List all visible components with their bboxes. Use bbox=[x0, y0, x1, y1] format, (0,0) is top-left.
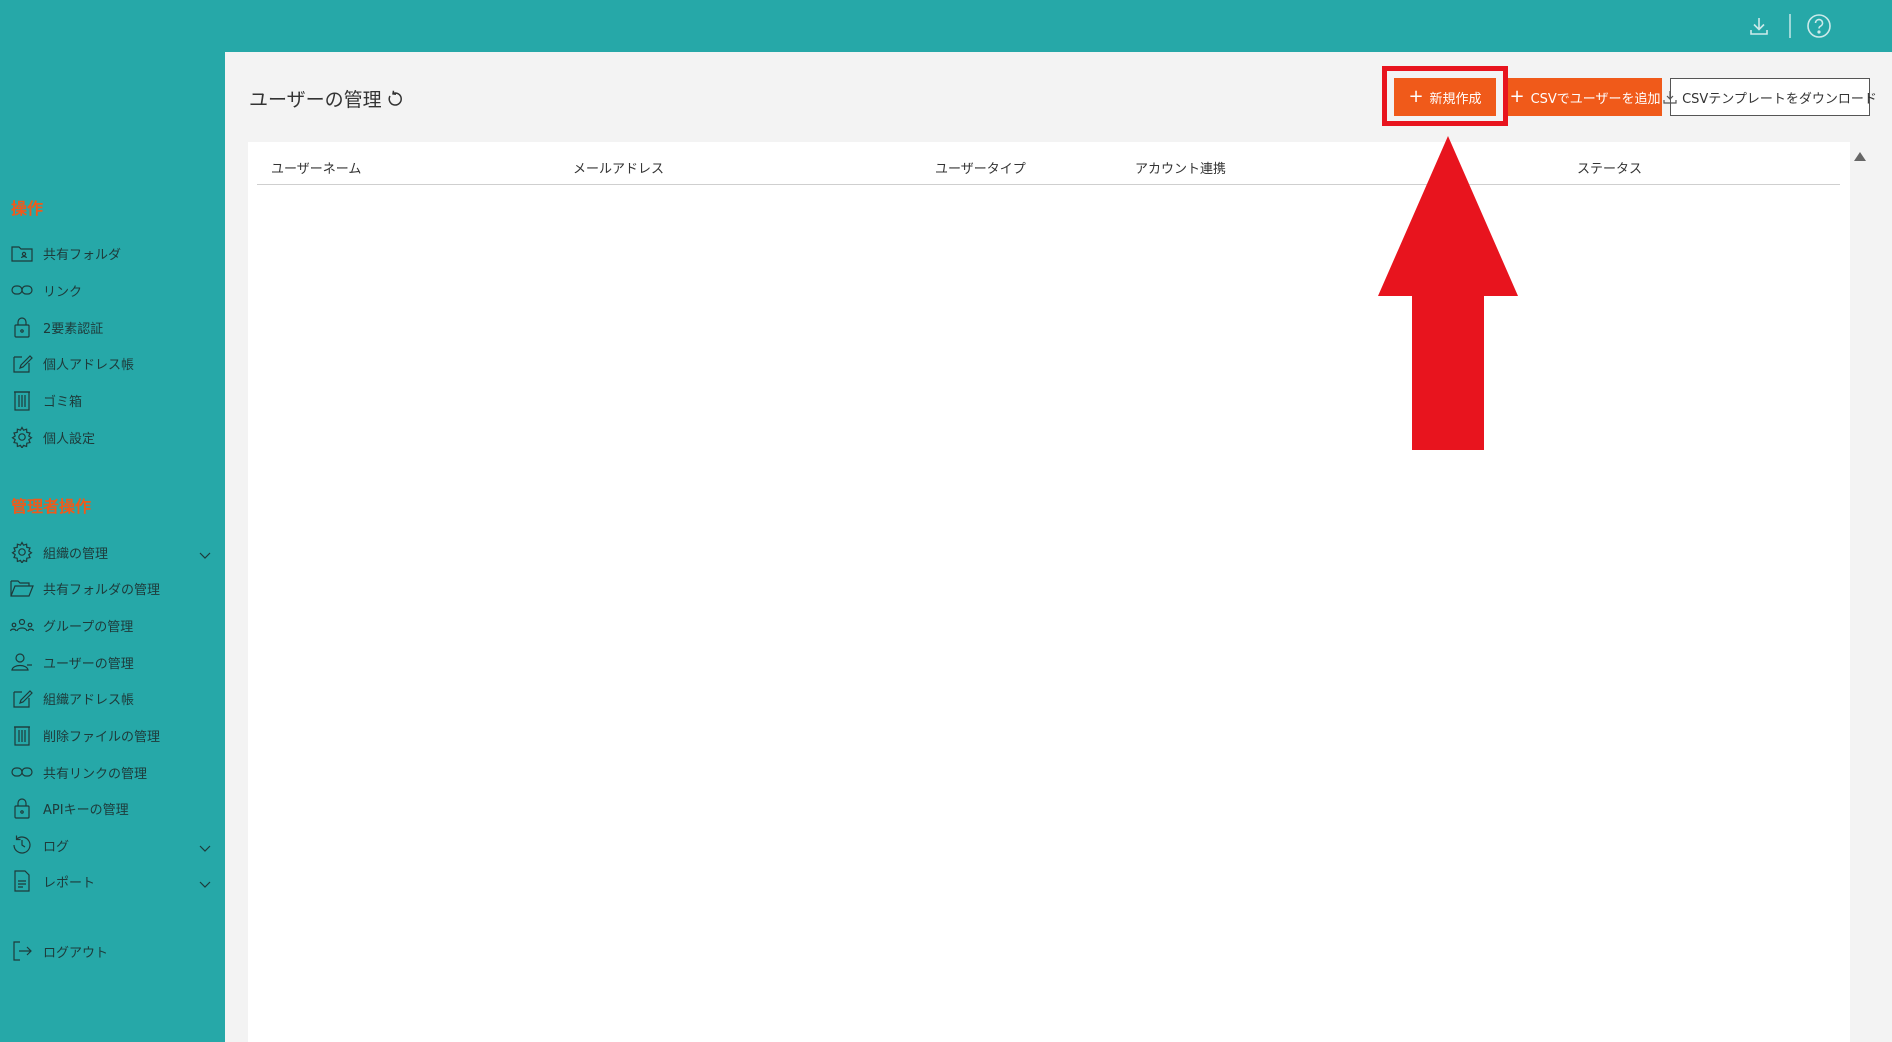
csv-add-users-button[interactable]: + CSVでユーザーを追加 bbox=[1508, 78, 1662, 116]
sidebar-item-label: ユーザーの管理 bbox=[43, 656, 134, 672]
chevron-down-icon[interactable] bbox=[198, 545, 212, 564]
sidebar-item-logout[interactable]: ログアウト bbox=[10, 936, 220, 966]
section-title-operations: 操作 bbox=[11, 199, 44, 218]
folder-open-icon bbox=[10, 576, 34, 600]
sidebar-item-personal-settings[interactable]: 個人設定 bbox=[10, 422, 220, 452]
lock-icon bbox=[10, 796, 34, 820]
scroll-up-arrow[interactable] bbox=[1854, 152, 1866, 161]
chevron-down-icon[interactable] bbox=[198, 838, 212, 857]
gear-icon bbox=[10, 425, 34, 449]
sidebar-item-label: 共有リンクの管理 bbox=[43, 766, 148, 782]
page-title: ユーザーの管理 bbox=[249, 85, 404, 112]
sidebar: 操作 共有フォルダ リンク 2要素認証 個人アドレス帳 ゴミ箱 個人設定 管理者… bbox=[0, 52, 225, 1042]
gear-icon bbox=[10, 540, 34, 564]
sidebar-item-user-management[interactable]: ユーザーの管理 bbox=[10, 647, 220, 677]
sidebar-item-api-key-management[interactable]: APIキーの管理 bbox=[10, 793, 220, 823]
plus-icon: + bbox=[1408, 86, 1424, 107]
sidebar-item-log[interactable]: ログ bbox=[10, 830, 220, 860]
column-header-email[interactable]: メールアドレス bbox=[573, 158, 664, 177]
logout-icon bbox=[10, 939, 34, 963]
sidebar-item-label: 2要素認証 bbox=[43, 321, 104, 337]
table-header-divider bbox=[257, 184, 1840, 185]
page-title-text: ユーザーの管理 bbox=[249, 89, 382, 111]
sidebar-item-report[interactable]: レポート bbox=[10, 866, 220, 896]
csv-template-download-button-label: CSVテンプレートをダウンロード bbox=[1682, 91, 1877, 107]
link-icon bbox=[10, 760, 34, 784]
sidebar-item-label: 共有フォルダの管理 bbox=[43, 582, 161, 598]
sidebar-item-shared-folder[interactable]: 共有フォルダ bbox=[10, 238, 220, 268]
help-circle-icon[interactable] bbox=[1805, 12, 1833, 40]
column-header-status[interactable]: ステータス bbox=[1577, 158, 1642, 177]
history-icon bbox=[10, 833, 34, 857]
chevron-down-icon[interactable] bbox=[198, 874, 212, 893]
download-icon[interactable] bbox=[1745, 12, 1773, 40]
sidebar-item-label: 個人アドレス帳 bbox=[43, 357, 135, 373]
section-title-admin: 管理者操作 bbox=[11, 497, 92, 516]
column-header-user-type[interactable]: ユーザータイプ bbox=[935, 158, 1026, 177]
sidebar-item-2fa[interactable]: 2要素認証 bbox=[10, 312, 220, 342]
new-user-button-label: 新規作成 bbox=[1429, 91, 1482, 107]
sidebar-item-label: APIキーの管理 bbox=[43, 802, 129, 818]
column-header-account-link[interactable]: アカウント連携 bbox=[1135, 158, 1226, 177]
sidebar-item-deleted-files-management[interactable]: 削除ファイルの管理 bbox=[10, 720, 220, 750]
top-bar bbox=[0, 0, 1892, 52]
csv-template-download-button[interactable]: CSVテンプレートをダウンロード bbox=[1663, 78, 1877, 116]
sidebar-item-label: 組織アドレス帳 bbox=[43, 692, 135, 708]
sidebar-item-label: 削除ファイルの管理 bbox=[43, 729, 161, 745]
sidebar-item-label: 個人設定 bbox=[43, 431, 96, 447]
sidebar-item-group-management[interactable]: グループの管理 bbox=[10, 610, 220, 640]
main-panel: ユーザーの管理 + 新規作成 + CSVでユーザーを追加 CSVテンプレートをダ… bbox=[225, 52, 1892, 1042]
sidebar-item-trash[interactable]: ゴミ箱 bbox=[10, 385, 220, 415]
column-header-username[interactable]: ユーザーネーム bbox=[271, 158, 361, 177]
sidebar-item-shared-link-management[interactable]: 共有リンクの管理 bbox=[10, 757, 220, 787]
sidebar-item-label: グループの管理 bbox=[43, 619, 134, 635]
edit-icon bbox=[10, 351, 34, 375]
top-divider bbox=[1789, 14, 1791, 38]
plus-icon: + bbox=[1509, 86, 1525, 107]
sidebar-item-label: 共有フォルダ bbox=[43, 247, 122, 263]
download-icon bbox=[1663, 90, 1677, 104]
sidebar-item-label: ゴミ箱 bbox=[43, 394, 83, 410]
document-icon bbox=[10, 869, 34, 893]
sidebar-item-label: リンク bbox=[43, 284, 83, 300]
sidebar-item-label: レポート bbox=[43, 875, 96, 891]
sidebar-item-shared-folder-management[interactable]: 共有フォルダの管理 bbox=[10, 573, 220, 603]
trash-icon bbox=[10, 723, 34, 747]
sidebar-item-label: ログアウト bbox=[43, 945, 109, 961]
csv-add-users-button-label: CSVでユーザーを追加 bbox=[1530, 91, 1661, 107]
link-icon bbox=[10, 278, 34, 302]
refresh-icon[interactable] bbox=[386, 90, 404, 108]
sidebar-item-org-address-book[interactable]: 組織アドレス帳 bbox=[10, 683, 220, 713]
new-user-button[interactable]: + 新規作成 bbox=[1394, 78, 1496, 116]
sidebar-item-personal-address-book[interactable]: 個人アドレス帳 bbox=[10, 348, 220, 378]
shared-folder-icon bbox=[10, 241, 34, 265]
edit-icon bbox=[10, 686, 34, 710]
sidebar-item-link[interactable]: リンク bbox=[10, 275, 220, 305]
sidebar-item-label: 組織の管理 bbox=[43, 546, 109, 562]
trash-icon bbox=[10, 388, 34, 412]
group-icon bbox=[10, 613, 34, 637]
user-icon bbox=[10, 650, 34, 674]
lock-icon bbox=[10, 315, 34, 339]
sidebar-item-org-management[interactable]: 組織の管理 bbox=[10, 537, 220, 567]
sidebar-item-label: ログ bbox=[43, 839, 70, 855]
users-table: ユーザーネーム メールアドレス ユーザータイプ アカウント連携 ステータス bbox=[248, 142, 1850, 1042]
